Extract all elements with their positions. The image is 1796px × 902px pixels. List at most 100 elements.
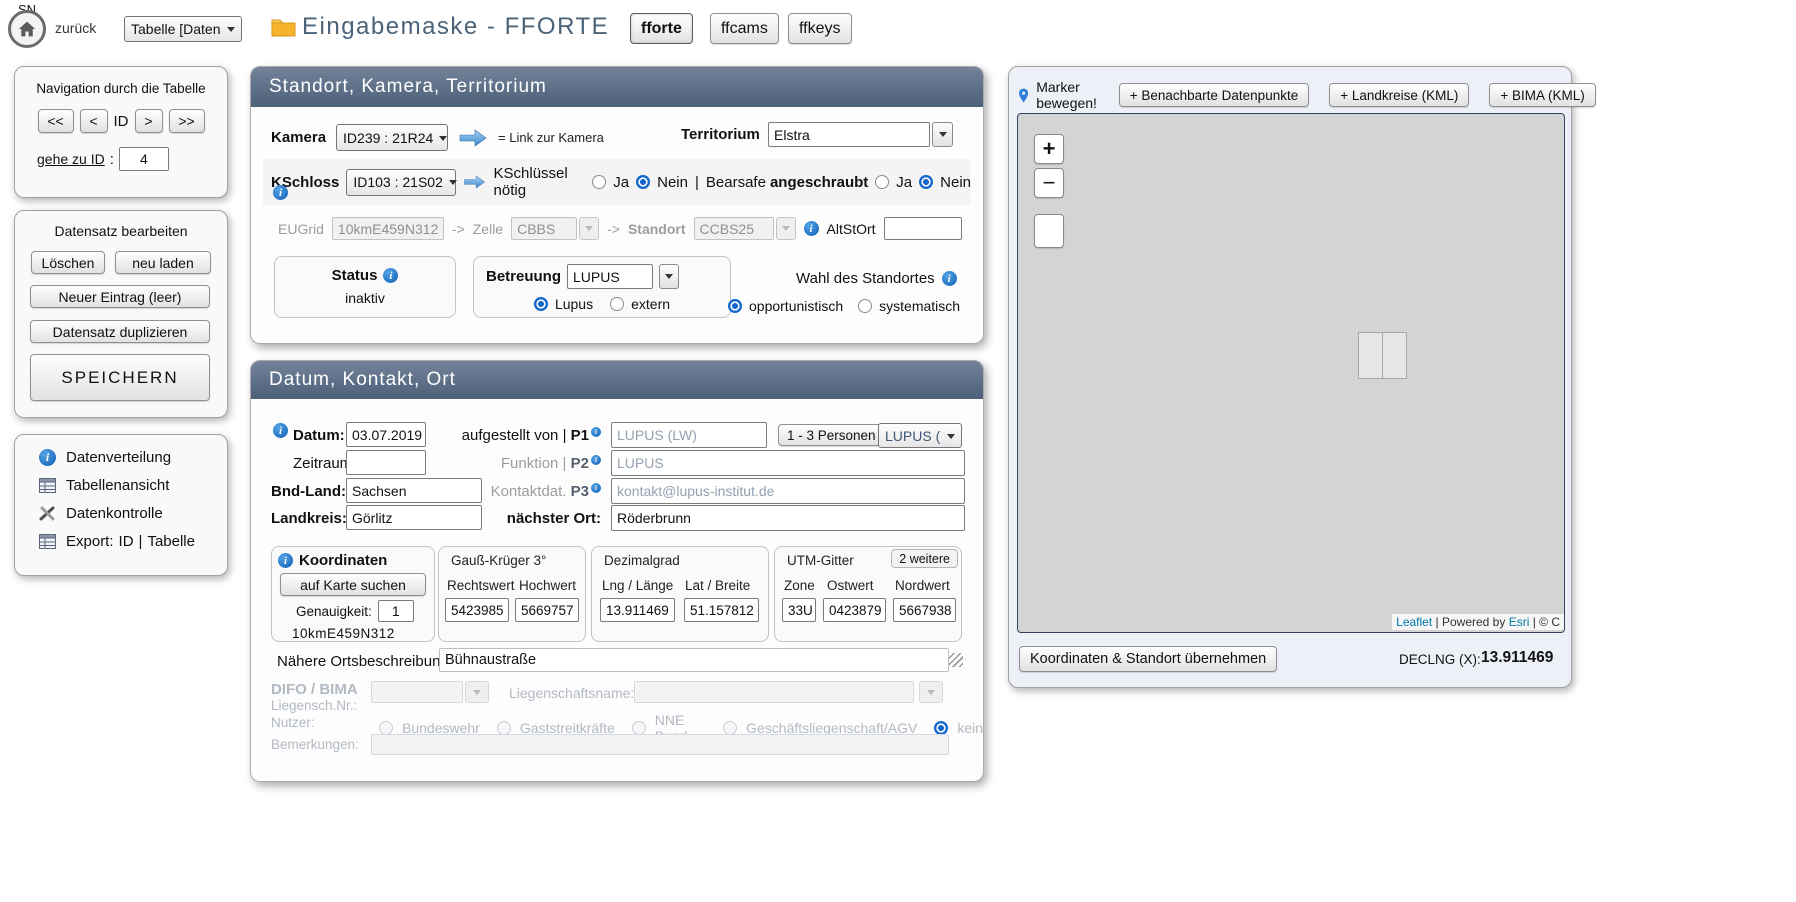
territorium-input[interactable]: Elstra — [768, 122, 930, 147]
delete-button[interactable]: Löschen — [31, 251, 105, 274]
hochwert-input[interactable]: 5669757 — [515, 598, 579, 622]
info-icon[interactable]: i — [591, 455, 601, 465]
betreuung-dropdown-button[interactable] — [659, 264, 679, 289]
table-select[interactable]: Tabelle [Datens — [124, 16, 242, 42]
map-canvas[interactable]: + − Leaflet | Powered by Esri | © C — [1017, 113, 1565, 633]
grid-code: 10kmE459N312 — [292, 626, 395, 641]
genauigkeit-input[interactable]: 1 — [378, 600, 414, 622]
bearsafe-nein-radio[interactable] — [919, 175, 933, 189]
navigation-panel: Navigation durch die Tabelle << < ID > >… — [14, 66, 228, 198]
info-icon[interactable]: i — [591, 427, 601, 437]
territorium-dropdown-button[interactable] — [932, 122, 953, 147]
standort-panel: Standort, Kamera, Territorium Kamera ID2… — [250, 66, 984, 344]
arrow-right-icon[interactable] — [463, 173, 486, 191]
chevron-down-icon — [947, 434, 955, 443]
nordwert-input[interactable]: 5667938 — [893, 598, 956, 622]
beschreibung-input[interactable]: Bühnaustraße — [439, 648, 949, 672]
bearsafe-ja-label: Ja — [896, 174, 912, 191]
gausskrueger-box: Gauß-Krüger 3° Rechtswert Hochwert 54239… — [438, 546, 586, 642]
attribution-text: | Powered by — [1432, 615, 1509, 629]
info-icon[interactable]: i — [278, 553, 293, 568]
tools-item-datenverteilung[interactable]: i Datenverteilung — [39, 449, 171, 466]
bemerkungen-input — [371, 734, 949, 755]
app-tab-ffcams[interactable]: ffcams — [710, 13, 779, 44]
rechtswert-input[interactable]: 5423985 — [445, 598, 509, 622]
nav-last-button[interactable]: >> — [169, 109, 205, 133]
kamera-select[interactable]: ID239 : 21R24 — [336, 124, 448, 151]
karte-suchen-button[interactable]: auf Karte suchen — [280, 573, 426, 596]
map-extent-button[interactable] — [1034, 214, 1064, 248]
goto-id-input[interactable]: 4 — [119, 147, 169, 171]
export-id-link[interactable]: ID — [119, 533, 134, 550]
bima-kml-button[interactable]: + BIMA (KML) — [1489, 83, 1595, 107]
utm-title: UTM-Gitter — [787, 553, 854, 568]
kschloss-select[interactable]: ID103 : 21S02 — [346, 169, 456, 196]
landkreis-label: Landkreis: — [271, 510, 347, 527]
lat-input[interactable]: 51.157812 — [684, 598, 759, 622]
leaflet-link[interactable]: Leaflet — [1396, 615, 1432, 629]
betreuung-extern-radio[interactable] — [610, 297, 624, 311]
back-link[interactable]: zurück — [55, 20, 96, 36]
landkreise-kml-button[interactable]: + Landkreise (KML) — [1329, 83, 1469, 107]
p1-select[interactable]: LUPUS (LW — [878, 423, 962, 448]
koordinaten-uebernehmen-button[interactable]: Koordinaten & Standort übernehmen — [1019, 646, 1277, 672]
map-attribution: Leaflet | Powered by Esri | © C — [1392, 614, 1564, 630]
info-icon[interactable]: i — [804, 221, 819, 236]
map-marker-icon — [1019, 84, 1028, 107]
app-tab-fforte[interactable]: fforte — [630, 13, 693, 44]
bearsafe-ja-radio[interactable] — [875, 175, 889, 189]
betreuung-input[interactable]: LUPUS — [567, 264, 653, 289]
resize-grip-icon[interactable] — [949, 653, 963, 667]
nutzer-kein-radio[interactable] — [934, 721, 948, 735]
info-icon[interactable]: i — [273, 423, 288, 438]
dezimalgrad-box: Dezimalgrad Lng / Länge Lat / Breite 13.… — [591, 546, 769, 642]
ort-input[interactable]: Röderbrunn — [611, 505, 965, 531]
p3-input[interactable]: kontakt@lupus-institut.de — [611, 478, 965, 504]
datum-panel: Datum, Kontakt, Ort i Datum: 03.07.2019 … — [250, 360, 984, 782]
p1-input[interactable]: LUPUS (LW) — [611, 422, 767, 448]
personen-button[interactable]: 1 - 3 Personen — [778, 424, 885, 446]
esri-link[interactable]: Esri — [1509, 615, 1530, 629]
goto-id-link[interactable]: gehe zu ID — [37, 151, 105, 167]
save-button[interactable]: SPEICHERN — [30, 354, 210, 401]
folder-icon — [271, 16, 296, 41]
new-entry-button[interactable]: Neuer Eintrag (leer) — [30, 285, 210, 308]
datenpunkte-button[interactable]: + Benachbarte Datenpunkte — [1119, 83, 1310, 107]
kschluessel-ja-label: Ja — [613, 174, 629, 191]
opportunistisch-radio[interactable] — [728, 299, 742, 313]
p2-input[interactable]: LUPUS — [611, 450, 965, 476]
nav-first-button[interactable]: << — [38, 109, 74, 133]
export-table-link[interactable]: Tabelle — [147, 533, 195, 550]
arrow-right-icon[interactable] — [458, 128, 488, 148]
info-icon[interactable]: i — [383, 268, 398, 283]
status-label: Status — [332, 267, 378, 284]
ostwert-input[interactable]: 0423879 — [823, 598, 886, 622]
altstort-input[interactable] — [884, 217, 962, 240]
tools-item-datenkontrolle[interactable]: Datenkontrolle — [39, 505, 163, 522]
info-icon[interactable]: i — [942, 271, 957, 286]
nutzer-option-label: kein — [957, 720, 983, 736]
duplicate-button[interactable]: Datensatz duplizieren — [30, 320, 210, 343]
systematisch-radio[interactable] — [858, 299, 872, 313]
tools-item-tabellenansicht[interactable]: Tabellenansicht — [39, 477, 169, 494]
lng-input[interactable]: 13.911469 — [600, 598, 675, 622]
app-window: SN zurück Tabelle [Datens Eingabemaske -… — [0, 0, 1796, 902]
nav-next-button[interactable]: > — [135, 109, 163, 133]
map-zoom-out-button[interactable]: − — [1034, 168, 1064, 198]
map-panel: Marker bewegen! + Benachbarte Datenpunkt… — [1008, 66, 1572, 688]
kschluessel-nein-radio[interactable] — [636, 175, 650, 189]
map-zoom-in-button[interactable]: + — [1034, 134, 1064, 164]
utm-more-button[interactable]: 2 weitere — [891, 549, 958, 568]
aufgestellt-label: aufgestellt von | — [462, 427, 567, 444]
gausskrueger-title: Gauß-Krüger 3° — [451, 553, 546, 568]
info-icon[interactable]: i — [591, 483, 601, 493]
app-tab-ffkeys[interactable]: ffkeys — [788, 13, 852, 44]
zone-input[interactable]: 33U — [782, 598, 816, 622]
info-icon[interactable]: i — [273, 185, 288, 200]
kschluessel-nein-label: Nein — [657, 174, 688, 191]
kschluessel-ja-radio[interactable] — [592, 175, 606, 189]
nav-prev-button[interactable]: < — [80, 109, 108, 133]
betreuung-lupus-radio[interactable] — [534, 297, 548, 311]
home-icon[interactable] — [8, 10, 46, 48]
reload-button[interactable]: neu laden — [115, 251, 211, 274]
